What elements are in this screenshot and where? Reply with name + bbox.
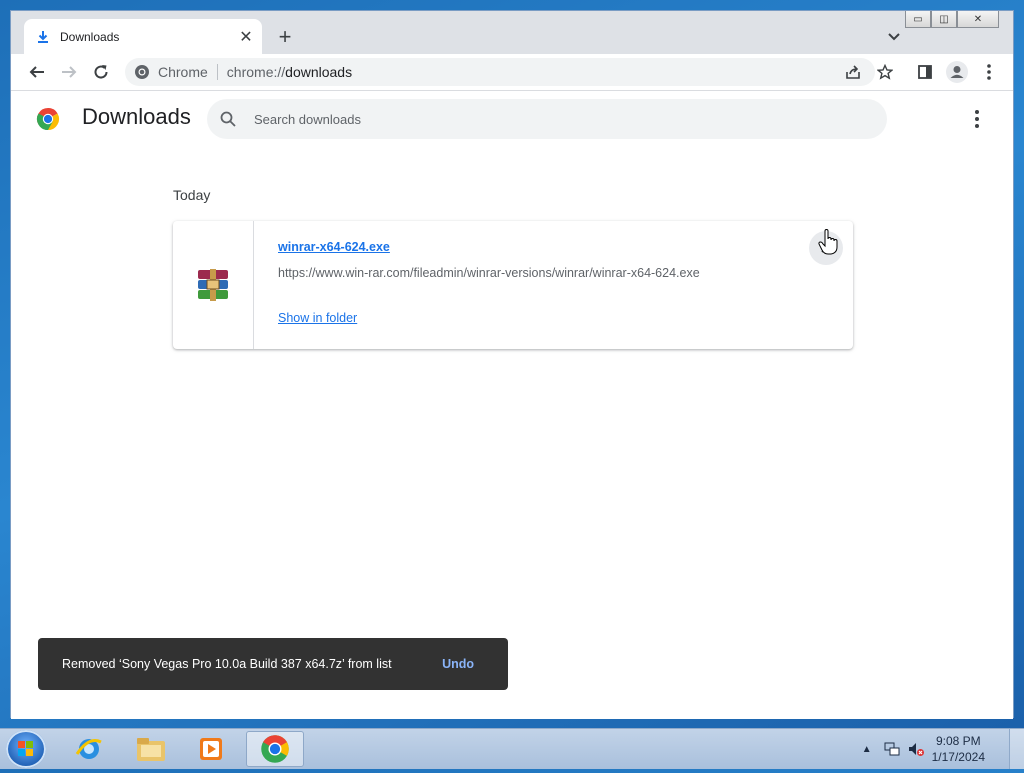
profile-avatar-icon[interactable] xyxy=(945,60,969,84)
internet-explorer-taskbar-icon[interactable] xyxy=(62,731,116,767)
maximize-button[interactable]: ◫ xyxy=(931,11,957,28)
volume-muted-icon[interactable] xyxy=(908,741,924,757)
new-tab-button[interactable]: + xyxy=(273,24,297,49)
forward-icon[interactable] xyxy=(57,60,81,84)
media-player-taskbar-icon[interactable] xyxy=(184,731,238,767)
toast-message: Removed ‘Sony Vegas Pro 10.0a Build 387 … xyxy=(62,657,392,671)
bookmark-star-icon[interactable] xyxy=(873,60,897,84)
window-controls: ▭ ◫ ✕ xyxy=(905,11,999,28)
tab-close-icon[interactable]: ✕ xyxy=(234,25,258,49)
more-actions-icon[interactable] xyxy=(967,108,987,130)
file-source-url[interactable]: https://www.win-rar.com/fileadmin/winrar… xyxy=(278,266,700,280)
download-icon xyxy=(38,30,48,43)
tab-title: Downloads xyxy=(60,29,120,44)
undo-button[interactable]: Undo xyxy=(442,657,474,671)
tab-downloads[interactable]: Downloads ✕ xyxy=(24,19,262,54)
start-button[interactable] xyxy=(6,730,46,768)
reload-icon[interactable] xyxy=(89,60,113,84)
window-close-button[interactable]: ✕ xyxy=(957,11,999,28)
system-tray: ▲ 9:08 PM 1/17/2024 xyxy=(862,729,1024,769)
url-path: downloads xyxy=(285,64,353,80)
url-scheme: chrome:// xyxy=(226,64,286,80)
search-downloads-field[interactable] xyxy=(207,99,887,139)
minimize-button[interactable]: ▭ xyxy=(905,11,931,28)
site-name: Chrome xyxy=(158,64,208,80)
file-icon-column xyxy=(173,221,254,349)
download-item: winrar-x64-624.exe https://www.win-rar.c… xyxy=(173,221,853,349)
show-desktop-button[interactable] xyxy=(1009,729,1024,769)
date-section-title: Today xyxy=(173,187,211,203)
browser-toolbar: Chrome chrome://downloads xyxy=(11,54,1013,91)
clock[interactable]: 9:08 PM 1/17/2024 xyxy=(932,733,985,765)
desktop: Downloads ✕ + ▭ ◫ ✕ Chrome chrome://down… xyxy=(0,0,1024,769)
file-explorer-taskbar-icon[interactable] xyxy=(124,731,178,767)
network-icon[interactable] xyxy=(884,741,900,757)
omnibox-separator xyxy=(216,64,218,80)
clock-date: 1/17/2024 xyxy=(931,750,985,764)
search-icon xyxy=(220,111,236,127)
side-panel-icon[interactable] xyxy=(913,60,937,84)
chrome-taskbar-icon[interactable] xyxy=(246,731,304,767)
browser-menu-icon[interactable] xyxy=(977,60,1001,84)
page-title: Downloads xyxy=(82,104,191,129)
search-input[interactable] xyxy=(252,110,856,128)
file-name-link[interactable]: winrar-x64-624.exe xyxy=(278,240,390,254)
back-icon[interactable] xyxy=(25,60,49,84)
winrar-file-icon xyxy=(198,269,228,301)
show-hidden-icons-icon[interactable]: ▲ xyxy=(862,744,872,755)
removal-toast: Removed ‘Sony Vegas Pro 10.0a Build 387 … xyxy=(38,638,508,690)
tab-strip: Downloads ✕ + ▭ ◫ ✕ xyxy=(11,11,1013,54)
windows-logo-icon xyxy=(18,741,33,756)
address-bar[interactable]: Chrome chrome://downloads xyxy=(125,58,875,86)
browser-window: Downloads ✕ + ▭ ◫ ✕ Chrome chrome://down… xyxy=(10,10,1014,719)
hand-cursor-icon xyxy=(818,229,838,255)
chrome-logo-icon xyxy=(36,108,60,130)
clock-time: 9:08 PM xyxy=(935,734,981,748)
downloads-header: Downloads xyxy=(11,91,1013,147)
share-icon[interactable] xyxy=(841,60,865,84)
tab-search-icon[interactable] xyxy=(885,27,903,45)
chrome-site-icon xyxy=(135,65,149,79)
downloads-page: Downloads Today xyxy=(11,91,1013,719)
show-in-folder-link[interactable]: Show in folder xyxy=(278,311,357,325)
url-text: chrome://downloads xyxy=(227,64,352,80)
taskbar: ▲ 9:08 PM 1/17/2024 xyxy=(0,728,1024,769)
